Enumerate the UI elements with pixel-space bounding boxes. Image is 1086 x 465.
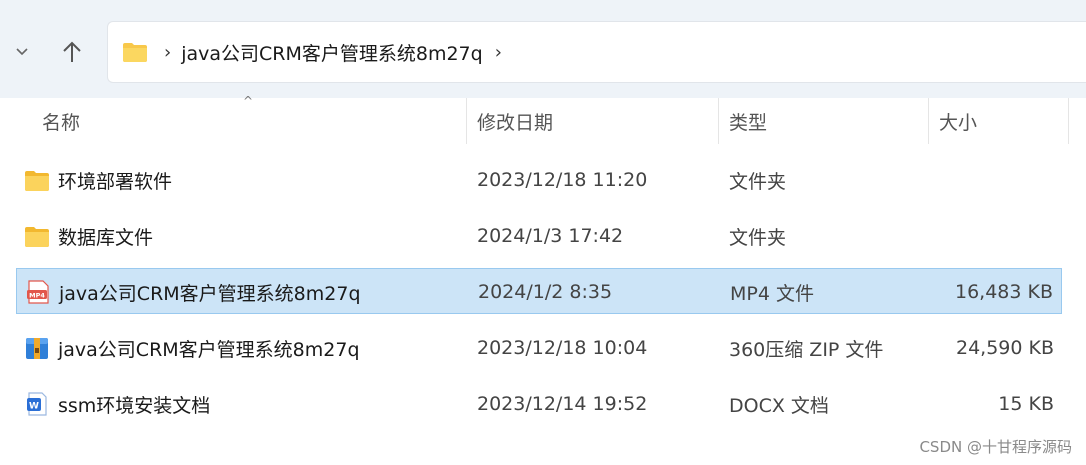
file-name: 环境部署软件 [58, 170, 173, 193]
column-header-size[interactable]: 大小 [939, 98, 977, 144]
column-header-date[interactable]: 修改日期 [477, 98, 553, 144]
file-type: 360压缩 ZIP 文件 [729, 338, 884, 361]
file-date: 2023/12/18 11:20 [477, 169, 648, 191]
file-date: 2023/12/14 19:52 [477, 393, 648, 415]
file-size: 16,483 KB [954, 281, 1053, 303]
up-button[interactable] [55, 34, 89, 70]
folder-icon [25, 227, 49, 247]
file-type: 文件夹 [729, 170, 787, 193]
watermark: CSDN @十甘程序源码 [919, 438, 1072, 456]
breadcrumb-current-folder[interactable]: java公司CRM客户管理系统8m27q [181, 39, 483, 66]
column-divider[interactable] [1068, 98, 1069, 144]
breadcrumb-separator[interactable]: › [164, 42, 171, 63]
file-name: java公司CRM客户管理系统8m27q [59, 282, 361, 305]
address-bar[interactable]: › java公司CRM客户管理系统8m27q › [107, 21, 1086, 83]
file-size: 15 KB [998, 393, 1054, 415]
file-name: ssm环境安装文档 [58, 394, 211, 417]
recent-locations-dropdown[interactable] [8, 36, 36, 68]
file-row[interactable]: 环境部署软件 2023/12/18 11:20 文件夹 [16, 157, 1062, 203]
file-size: 24,590 KB [955, 337, 1054, 359]
file-name: 数据库文件 [58, 226, 154, 249]
zip-archive-icon [26, 338, 48, 359]
column-divider[interactable] [718, 98, 719, 144]
column-header: 名称 修改日期 类型 大小 [0, 98, 1086, 144]
file-type: DOCX 文档 [729, 394, 829, 417]
file-type: 文件夹 [729, 226, 787, 249]
column-header-type[interactable]: 类型 [729, 98, 767, 144]
column-divider[interactable] [466, 98, 467, 144]
file-row[interactable]: W ssm环境安装文档 2023/12/14 19:52 DOCX 文档 15 … [16, 381, 1062, 427]
file-date: 2023/12/18 10:04 [477, 337, 648, 359]
file-row-selected[interactable]: MP4 java公司CRM客户管理系统8m27q 2024/1/2 8:35 M… [16, 268, 1062, 314]
file-row[interactable]: 数据库文件 2024/1/3 17:42 文件夹 [16, 213, 1062, 259]
file-date: 2024/1/3 17:42 [477, 225, 624, 247]
folder-icon [123, 43, 147, 62]
file-name: java公司CRM客户管理系统8m27q [58, 338, 360, 361]
file-date: 2024/1/2 8:35 [478, 281, 613, 303]
folder-icon [25, 171, 49, 191]
file-type: MP4 文件 [730, 282, 814, 305]
navigation-bar: › java公司CRM客户管理系统8m27q › [0, 0, 1086, 98]
svg-text:MP4: MP4 [29, 291, 45, 299]
chevron-down-icon [16, 48, 28, 56]
mp4-file-icon: MP4 [27, 280, 49, 304]
file-row[interactable]: java公司CRM客户管理系统8m27q 2023/12/18 10:04 36… [16, 325, 1062, 371]
column-header-name[interactable]: 名称 [42, 98, 80, 144]
docx-file-icon: W [27, 392, 47, 416]
arrow-up-icon [63, 41, 81, 62]
svg-text:W: W [29, 402, 39, 412]
breadcrumb-expand-separator[interactable]: › [495, 42, 502, 63]
column-divider[interactable] [928, 98, 929, 144]
